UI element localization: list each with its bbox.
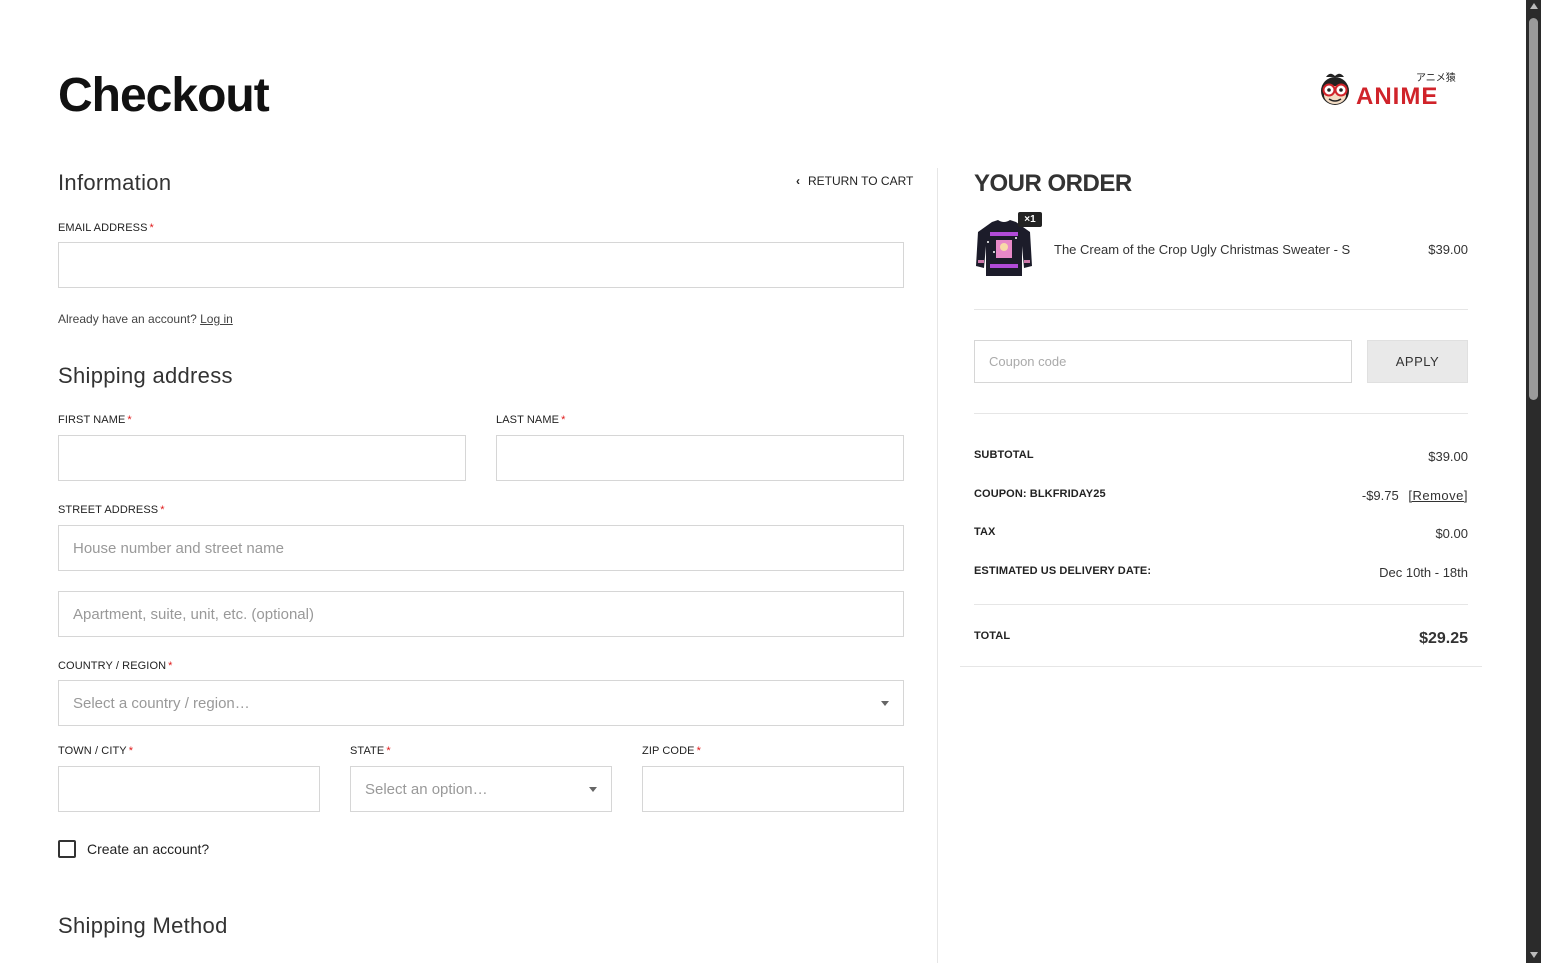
city-label: TOWN / CITY *: [58, 745, 134, 757]
return-to-cart-label: RETURN TO CART: [808, 174, 914, 188]
last-name-label: LAST NAME *: [496, 414, 566, 426]
monkey-glasses-icon: [1321, 73, 1349, 105]
scroll-down-icon[interactable]: [1530, 952, 1538, 958]
svg-text:アニメ猿: アニメ猿: [1416, 71, 1456, 84]
scrollbar-thumb[interactable]: [1529, 18, 1538, 400]
state-select[interactable]: Select an option…: [350, 766, 612, 812]
shipping-method-title: Shipping Method: [58, 913, 228, 938]
total-value: $29.25: [1419, 630, 1468, 647]
coupon-discount: -$9.75: [1361, 488, 1399, 503]
street-address-label: STREET ADDRESS *: [58, 504, 165, 516]
coupon-code-input[interactable]: Coupon code: [974, 340, 1352, 383]
city-input[interactable]: [58, 766, 320, 812]
email-input[interactable]: [58, 242, 904, 288]
apply-coupon-button[interactable]: APPLY: [1367, 340, 1468, 383]
coupon-label: COUPON: BLKFRIDAY25: [974, 488, 1106, 500]
country-select[interactable]: Select a country / region…: [58, 680, 904, 726]
page-scrollbar[interactable]: [1526, 0, 1541, 963]
remove-coupon-link[interactable]: [Remove]: [1408, 488, 1468, 503]
chevron-left-icon: ‹: [796, 174, 800, 188]
coupon-value: -$9.75 [Remove]: [1362, 488, 1468, 503]
zip-label: ZIP CODE *: [642, 745, 701, 757]
information-title: Information: [58, 170, 172, 195]
zip-input[interactable]: [642, 766, 904, 812]
first-name-label: FIRST NAME *: [58, 414, 132, 426]
divider: [974, 413, 1468, 414]
email-label: EMAIL ADDRESS *: [58, 222, 154, 234]
delivery-date-value: Dec 10th - 18th: [1379, 565, 1468, 580]
shipping-address-title: Shipping address: [58, 363, 233, 388]
create-account-checkbox[interactable]: [58, 840, 76, 858]
quantity-badge: ×1: [1018, 212, 1042, 227]
total-label: TOTAL: [974, 630, 1011, 642]
state-label: STATE *: [350, 745, 391, 757]
last-name-input[interactable]: [496, 435, 904, 481]
first-name-input[interactable]: [58, 435, 466, 481]
street-address-input[interactable]: House number and street name: [58, 525, 904, 571]
product-name: The Cream of the Crop Ugly Christmas Swe…: [1054, 242, 1351, 257]
column-divider: [937, 168, 938, 963]
subtotal-label: SUBTOTAL: [974, 449, 1034, 461]
divider: [974, 309, 1468, 310]
delivery-date-label: ESTIMATED US DELIVERY DATE:: [974, 565, 1152, 577]
your-order-title: YOUR ORDER: [974, 170, 1132, 197]
login-link[interactable]: Log in: [200, 312, 233, 326]
page-title: Checkout: [58, 69, 270, 122]
tax-label: TAX: [974, 526, 996, 538]
svg-text:ANIME: ANIME: [1356, 83, 1438, 110]
already-have-account: Already have an account? Log in: [58, 312, 233, 326]
country-label: COUNTRY / REGION *: [58, 660, 173, 672]
tax-value: $0.00: [1435, 526, 1468, 541]
create-account-row[interactable]: Create an account?: [58, 840, 209, 858]
anime-logo[interactable]: ANIME アニメ猿: [1316, 70, 1470, 110]
create-account-label: Create an account?: [87, 841, 210, 857]
subtotal-value: $39.00: [1428, 449, 1468, 464]
divider: [960, 666, 1482, 667]
divider: [974, 604, 1468, 605]
apartment-input[interactable]: Apartment, suite, unit, etc. (optional): [58, 591, 904, 637]
scroll-up-icon[interactable]: [1530, 3, 1538, 9]
return-to-cart-link[interactable]: ‹ RETURN TO CART: [796, 174, 913, 188]
product-price: $39.00: [1428, 242, 1468, 257]
